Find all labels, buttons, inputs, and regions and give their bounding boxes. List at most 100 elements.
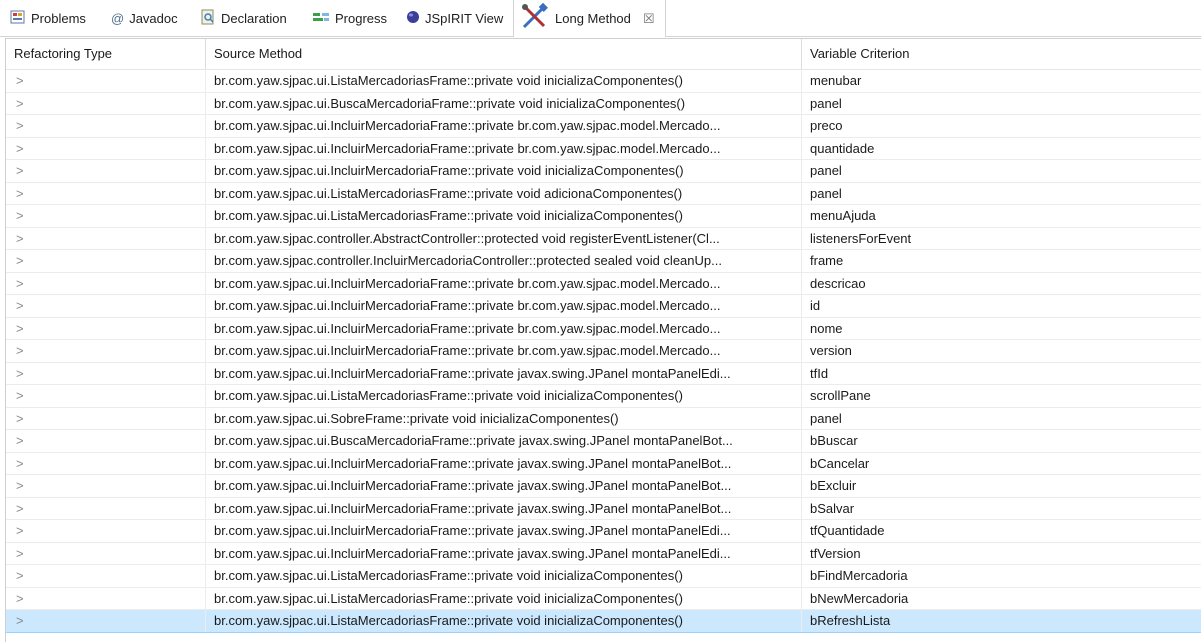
chevron-right-icon[interactable]: > bbox=[14, 73, 24, 88]
table-row[interactable]: > br.com.yaw.sjpac.ui.IncluirMercadoriaFr… bbox=[6, 317, 1201, 340]
progress-icon bbox=[312, 9, 330, 28]
source-method-cell: br.com.yaw.sjpac.ui.ListaMercadoriasFram… bbox=[206, 182, 802, 205]
table-row[interactable]: > br.com.yaw.sjpac.ui.IncluirMercadoriaFr… bbox=[6, 452, 1201, 475]
refactoring-type-cell: > bbox=[6, 565, 206, 587]
tab-label: Declaration bbox=[221, 10, 287, 26]
variable-criterion-cell: menuAjuda bbox=[810, 208, 876, 223]
table-row[interactable]: > br.com.yaw.sjpac.ui.IncluirMercadoriaFr… bbox=[6, 160, 1201, 183]
tab-label: Problems bbox=[31, 10, 86, 26]
chevron-right-icon[interactable]: > bbox=[14, 186, 24, 201]
refactoring-type-cell: > bbox=[6, 452, 206, 475]
chevron-right-icon[interactable]: > bbox=[14, 96, 24, 111]
refactoring-type-cell: > bbox=[6, 587, 206, 610]
table-row[interactable]: > br.com.yaw.sjpac.ui.ListaMercadoriasFra… bbox=[6, 70, 1201, 93]
table-row[interactable]: > br.com.yaw.sjpac.ui.IncluirMercadoriaFr… bbox=[6, 340, 1201, 363]
refactoring-type-cell: > bbox=[6, 542, 206, 565]
table-row[interactable]: > br.com.yaw.sjpac.ui.IncluirMercadoriaFr… bbox=[6, 497, 1201, 520]
variable-criterion-cell: preco bbox=[810, 118, 843, 133]
refactoring-type-cell: > bbox=[6, 295, 206, 317]
tab-problems[interactable]: Problems bbox=[10, 0, 86, 36]
table-row[interactable]: > br.com.yaw.sjpac.ui.IncluirMercadoriaFr… bbox=[6, 520, 1201, 543]
refactoring-type-cell: > bbox=[6, 362, 206, 385]
table-row[interactable]: > br.com.yaw.sjpac.controller.AbstractCon… bbox=[6, 227, 1201, 250]
tab-long-method[interactable]: Long Method ☒ bbox=[513, 0, 666, 37]
source-method-cell: br.com.yaw.sjpac.controller.AbstractCont… bbox=[206, 227, 802, 250]
chevron-right-icon[interactable]: > bbox=[14, 321, 24, 336]
table-row[interactable]: > br.com.yaw.sjpac.ui.BuscaMercadoriaFram… bbox=[6, 92, 1201, 115]
source-method-cell: br.com.yaw.sjpac.ui.BuscaMercadoriaFrame… bbox=[206, 430, 802, 452]
table-row[interactable]: > br.com.yaw.sjpac.ui.ListaMercadoriasFra… bbox=[6, 205, 1201, 228]
table-row[interactable]: > br.com.yaw.sjpac.ui.IncluirMercadoriaFr… bbox=[6, 137, 1201, 160]
refactoring-type-cell: > bbox=[6, 430, 206, 452]
column-header-refactoring-type[interactable]: Refactoring Type bbox=[6, 39, 206, 69]
table-row[interactable]: > br.com.yaw.sjpac.ui.SobreFrame::private… bbox=[6, 407, 1201, 430]
column-header-variable-criterion[interactable]: Variable Criterion bbox=[802, 39, 1201, 69]
table-row[interactable]: > br.com.yaw.sjpac.ui.IncluirMercadoriaFr… bbox=[6, 295, 1201, 318]
table-row[interactable]: > br.com.yaw.sjpac.ui.IncluirMercadoriaFr… bbox=[6, 272, 1201, 295]
table-row[interactable]: > br.com.yaw.sjpac.ui.ListaMercadoriasFra… bbox=[6, 182, 1201, 205]
source-method-cell: br.com.yaw.sjpac.ui.IncluirMercadoriaFra… bbox=[206, 362, 802, 385]
variable-criterion-cell: bNewMercadoria bbox=[810, 590, 909, 606]
table-row[interactable]: > br.com.yaw.sjpac.controller.IncluirMerc… bbox=[6, 250, 1201, 273]
table-header: Refactoring Type Source Method Variable … bbox=[6, 39, 1201, 70]
chevron-right-icon[interactable]: > bbox=[14, 591, 24, 606]
chevron-right-icon[interactable]: > bbox=[14, 276, 24, 291]
source-method-cell: br.com.yaw.sjpac.ui.IncluirMercadoriaFra… bbox=[206, 452, 802, 475]
variable-criterion-cell: bSalvar bbox=[810, 500, 855, 516]
chevron-right-icon[interactable]: > bbox=[14, 141, 24, 156]
chevron-right-icon[interactable]: > bbox=[14, 456, 24, 471]
source-method-cell: br.com.yaw.sjpac.ui.IncluirMercadoriaFra… bbox=[206, 272, 802, 295]
chevron-right-icon[interactable]: > bbox=[14, 253, 24, 268]
table-row[interactable]: > br.com.yaw.sjpac.ui.IncluirMercadoriaFr… bbox=[6, 362, 1201, 385]
table-row[interactable]: > br.com.yaw.sjpac.ui.BuscaMercadoriaFram… bbox=[6, 430, 1201, 453]
chevron-right-icon[interactable]: > bbox=[14, 501, 24, 516]
table-row[interactable]: > br.com.yaw.sjpac.ui.ListaMercadoriasFra… bbox=[6, 565, 1201, 588]
source-method-cell: br.com.yaw.sjpac.ui.IncluirMercadoriaFra… bbox=[206, 497, 802, 520]
table-row[interactable]: > br.com.yaw.sjpac.ui.ListaMercadoriasFra… bbox=[6, 587, 1201, 610]
source-method-cell: br.com.yaw.sjpac.ui.IncluirMercadoriaFra… bbox=[206, 115, 802, 137]
chevron-right-icon[interactable]: > bbox=[14, 366, 24, 381]
chevron-right-icon[interactable]: > bbox=[14, 523, 24, 538]
chevron-right-icon[interactable]: > bbox=[14, 568, 24, 583]
variable-criterion-cell: bFindMercadoria bbox=[810, 568, 908, 583]
tab-label: Long Method bbox=[555, 11, 631, 26]
tab-declaration[interactable]: Declaration bbox=[200, 0, 287, 36]
chevron-right-icon[interactable]: > bbox=[14, 478, 24, 493]
chevron-right-icon[interactable]: > bbox=[14, 546, 24, 561]
chevron-right-icon[interactable]: > bbox=[14, 613, 24, 628]
column-header-source-method[interactable]: Source Method bbox=[206, 39, 802, 69]
table-row[interactable]: > br.com.yaw.sjpac.ui.IncluirMercadoriaFr… bbox=[6, 542, 1201, 565]
table-row[interactable]: > br.com.yaw.sjpac.ui.IncluirMercadoriaFr… bbox=[6, 475, 1201, 498]
chevron-right-icon[interactable]: > bbox=[14, 388, 24, 403]
source-method-cell: br.com.yaw.sjpac.ui.BuscaMercadoriaFrame… bbox=[206, 92, 802, 115]
table-row[interactable]: > br.com.yaw.sjpac.ui.ListaMercadoriasFra… bbox=[6, 610, 1201, 633]
chevron-right-icon[interactable]: > bbox=[14, 343, 24, 358]
variable-criterion-cell: bCancelar bbox=[810, 455, 870, 471]
refactoring-type-cell: > bbox=[6, 92, 206, 115]
table-row[interactable]: > br.com.yaw.sjpac.ui.IncluirMercadoriaFr… bbox=[6, 115, 1201, 138]
source-method-cell: br.com.yaw.sjpac.controller.IncluirMerca… bbox=[206, 250, 802, 272]
source-method-cell: br.com.yaw.sjpac.ui.IncluirMercadoriaFra… bbox=[206, 475, 802, 497]
source-method-cell: br.com.yaw.sjpac.ui.IncluirMercadoriaFra… bbox=[206, 340, 802, 362]
chevron-right-icon[interactable]: > bbox=[14, 433, 24, 448]
variable-criterion-cell: frame bbox=[810, 253, 844, 268]
chevron-right-icon[interactable]: > bbox=[14, 208, 24, 223]
tab-jspirit-view[interactable]: JSpIRIT View bbox=[406, 0, 503, 36]
table-row[interactable]: > br.com.yaw.sjpac.ui.ListaMercadoriasFra… bbox=[6, 385, 1201, 408]
chevron-right-icon[interactable]: > bbox=[14, 411, 24, 426]
chevron-right-icon[interactable]: > bbox=[14, 231, 24, 246]
view-tab-bar: Problems @ Javadoc Declaration Progress … bbox=[0, 0, 1201, 37]
tab-progress[interactable]: Progress bbox=[312, 0, 387, 36]
tab-javadoc[interactable]: @ Javadoc bbox=[111, 0, 178, 36]
refactoring-type-cell: > bbox=[6, 610, 206, 632]
chevron-right-icon[interactable]: > bbox=[14, 118, 24, 133]
chevron-right-icon[interactable]: > bbox=[14, 163, 24, 178]
variable-criterion-cell: panel bbox=[810, 95, 842, 111]
problems-icon bbox=[10, 9, 26, 28]
table-body: > br.com.yaw.sjpac.ui.ListaMercadoriasFra… bbox=[6, 70, 1201, 633]
variable-criterion-cell: descricao bbox=[810, 275, 866, 291]
chevron-right-icon[interactable]: > bbox=[14, 298, 24, 313]
close-icon[interactable]: ☒ bbox=[643, 11, 655, 27]
variable-criterion-cell: scrollPane bbox=[810, 388, 871, 403]
refactoring-type-cell: > bbox=[6, 520, 206, 542]
